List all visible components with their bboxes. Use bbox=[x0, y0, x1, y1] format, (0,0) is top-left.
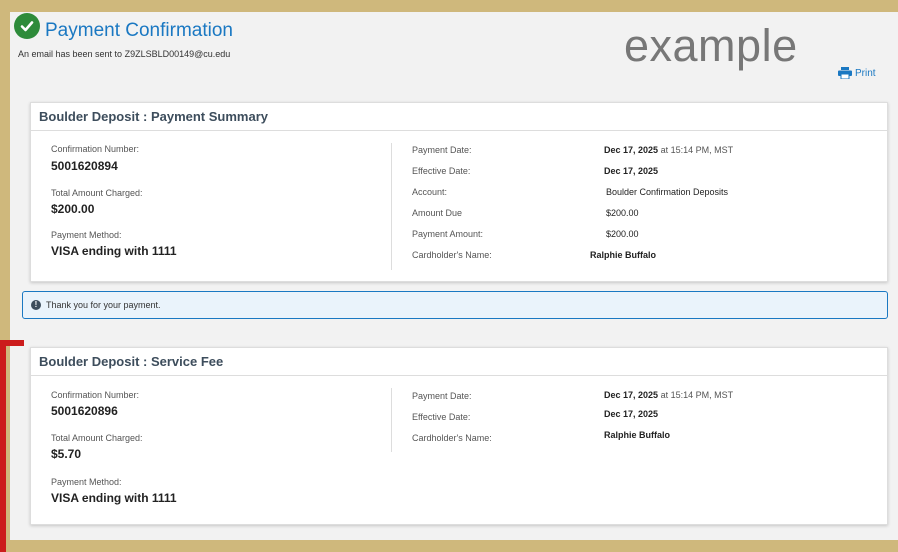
fee-total-charged-label: Total Amount Charged: bbox=[51, 433, 143, 443]
account-label: Account: bbox=[412, 187, 448, 197]
check-circle-icon bbox=[14, 13, 40, 39]
fee-payment-date-label: Payment Date: bbox=[412, 391, 472, 401]
amount-due-value: $200.00 bbox=[606, 208, 639, 218]
red-highlight-bracket bbox=[0, 340, 24, 552]
fee-cardholder-name-value: Ralphie Buffalo bbox=[604, 430, 671, 440]
payment-date-text: Dec 17, 2025 bbox=[604, 145, 659, 155]
payment-summary-title: Boulder Deposit : Payment Summary bbox=[31, 103, 887, 131]
payment-method-value: VISA ending with 1111 bbox=[51, 244, 177, 258]
service-fee-title: Boulder Deposit : Service Fee bbox=[31, 348, 887, 376]
payment-amount-label: Payment Amount: bbox=[412, 229, 484, 239]
effective-date-label: Effective Date: bbox=[412, 166, 471, 176]
amount-due-label: Amount Due bbox=[412, 208, 463, 218]
print-label: Print bbox=[855, 67, 876, 79]
fee-confirmation-number-label: Confirmation Number: bbox=[51, 390, 140, 400]
printer-icon bbox=[838, 67, 852, 79]
fee-payment-method-label: Payment Method: bbox=[51, 477, 122, 487]
page-title: Payment Confirmation bbox=[45, 20, 233, 41]
print-button[interactable]: Print bbox=[838, 67, 876, 79]
confirmation-number-value: 5001620894 bbox=[51, 159, 118, 173]
email-notice: An email has been sent to Z9ZLSBLD00149@… bbox=[18, 49, 231, 59]
fee-cardholder-name-label: Cardholder's Name: bbox=[412, 433, 492, 443]
page-title-row: Payment Confirmation bbox=[14, 10, 233, 42]
column-divider bbox=[391, 143, 392, 270]
fee-payment-date-text: Dec 17, 2025 bbox=[604, 390, 659, 400]
thank-you-alert: ! Thank you for your payment. bbox=[22, 291, 888, 319]
fee-payment-time-text: at 15:14 PM, MST bbox=[660, 390, 734, 400]
payment-method-label: Payment Method: bbox=[51, 230, 122, 240]
example-watermark: example bbox=[624, 20, 798, 71]
payment-amount-value: $200.00 bbox=[606, 229, 639, 239]
alert-text: Thank you for your payment. bbox=[46, 300, 161, 310]
payment-summary-card: Boulder Deposit : Payment Summary Confir… bbox=[30, 102, 888, 282]
total-charged-label: Total Amount Charged: bbox=[51, 188, 143, 198]
fee-payment-method-value: VISA ending with 1111 bbox=[51, 491, 177, 505]
effective-date-value: Dec 17, 2025 bbox=[604, 166, 659, 176]
total-charged-value: $200.00 bbox=[51, 202, 95, 216]
fee-effective-date-label: Effective Date: bbox=[412, 412, 471, 422]
fee-effective-date-value: Dec 17, 2025 bbox=[604, 409, 659, 419]
service-fee-card: Boulder Deposit : Service Fee Confirmati… bbox=[30, 347, 888, 525]
confirmation-number-label: Confirmation Number: bbox=[51, 144, 140, 154]
fee-column-divider bbox=[391, 388, 392, 452]
fee-confirmation-number-value: 5001620896 bbox=[51, 404, 118, 418]
payment-time-text: at 15:14 PM, MST bbox=[660, 145, 734, 155]
exclamation-icon: ! bbox=[31, 300, 41, 310]
payment-date-value: Dec 17, 2025 at 15:14 PM, MST bbox=[604, 145, 733, 155]
payment-date-label: Payment Date: bbox=[412, 145, 472, 155]
cardholder-name-label: Cardholder's Name: bbox=[412, 250, 492, 260]
account-value: Boulder Confirmation Deposits bbox=[606, 187, 729, 197]
fee-total-charged-value: $5.70 bbox=[51, 447, 82, 461]
cardholder-name-value: Ralphie Buffalo bbox=[590, 250, 657, 260]
fee-payment-date-value: Dec 17, 2025 at 15:14 PM, MST bbox=[604, 390, 733, 400]
